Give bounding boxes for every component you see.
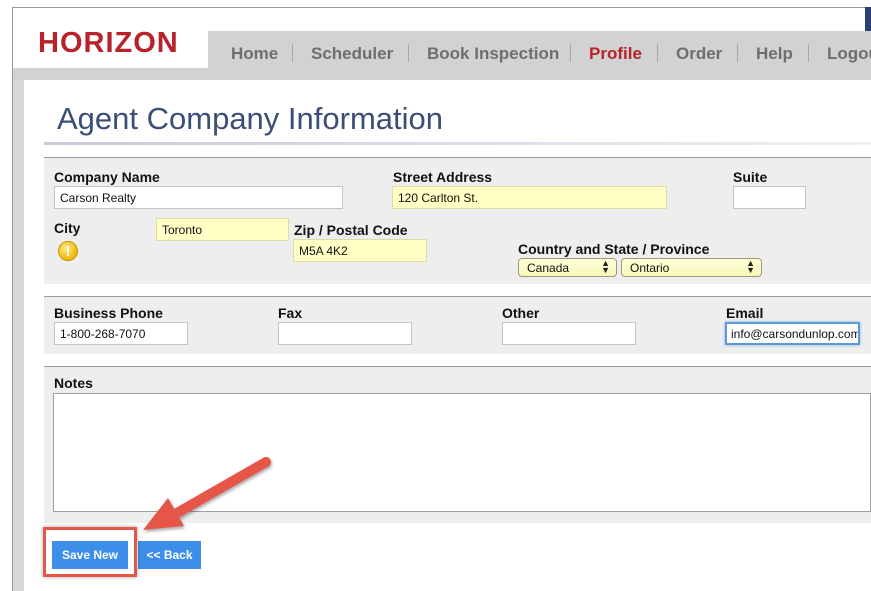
nav-help[interactable]: Help (756, 44, 793, 64)
select-arrows-icon: ▲ ▼ (746, 258, 755, 275)
back-button[interactable]: << Back (138, 541, 201, 569)
horizon-logo[interactable]: HORIZON (38, 27, 179, 60)
save-button-highlight-box (43, 527, 137, 577)
select-arrows-icon: ▲ ▼ (601, 258, 610, 275)
company-name-input[interactable]: Carson Realty (54, 186, 343, 209)
company-name-label: Company Name (54, 169, 160, 185)
contact-section: Business Phone 1-800-268-7070 Fax Other … (44, 296, 871, 354)
suite-input[interactable] (733, 186, 806, 209)
title-underline (44, 142, 871, 145)
email-label: Email (726, 305, 764, 321)
main-nav: Home Scheduler Book Inspection Profile O… (208, 31, 871, 80)
zip-input[interactable]: M5A 4K2 (293, 239, 427, 262)
business-phone-label: Business Phone (54, 305, 163, 321)
country-select[interactable]: Canada ▲ ▼ (518, 258, 617, 277)
street-address-input[interactable]: 120 Carlton St. (392, 186, 667, 209)
country-state-label: Country and State / Province (518, 241, 710, 257)
notes-textarea[interactable] (53, 393, 871, 512)
app-window: HORIZON Home Scheduler Book Inspection P… (0, 0, 871, 591)
nav-book-inspection[interactable]: Book Inspection (427, 44, 559, 64)
nav-profile[interactable]: Profile (589, 44, 642, 64)
nav-home[interactable]: Home (231, 44, 278, 64)
warning-icon: ! (58, 241, 78, 261)
nav-logout[interactable]: Logout (827, 44, 871, 64)
left-gutter (13, 80, 24, 591)
page-title: Agent Company Information (57, 101, 443, 136)
nav-scheduler[interactable]: Scheduler (311, 44, 393, 64)
street-address-label: Street Address (393, 169, 493, 185)
country-select-value: Canada (527, 261, 570, 275)
other-label: Other (502, 305, 540, 321)
nav-separator (657, 44, 658, 62)
province-select-value: Ontario (630, 261, 670, 275)
zip-label: Zip / Postal Code (294, 222, 408, 238)
window-border-top (12, 7, 871, 8)
corner-decoration (865, 7, 871, 32)
fax-input[interactable] (278, 322, 412, 345)
city-label: City (54, 220, 81, 236)
nav-separator (408, 44, 409, 62)
nav-order[interactable]: Order (676, 44, 722, 64)
nav-separator (292, 44, 293, 62)
address-section: Company Name Carson Realty Street Addres… (44, 157, 871, 284)
business-phone-input[interactable]: 1-800-268-7070 (54, 322, 188, 345)
nav-separator (737, 44, 738, 62)
city-input[interactable]: Toronto (156, 218, 289, 241)
fax-label: Fax (278, 305, 303, 321)
header-strip (13, 68, 208, 80)
notes-label: Notes (54, 375, 93, 391)
notes-section: Notes (44, 366, 871, 523)
email-input[interactable]: info@carsondunlop.com (725, 322, 860, 345)
nav-separator (570, 44, 571, 62)
other-input[interactable] (502, 322, 636, 345)
suite-label: Suite (733, 169, 768, 185)
nav-separator (808, 44, 809, 62)
province-select[interactable]: Ontario ▲ ▼ (621, 258, 762, 277)
